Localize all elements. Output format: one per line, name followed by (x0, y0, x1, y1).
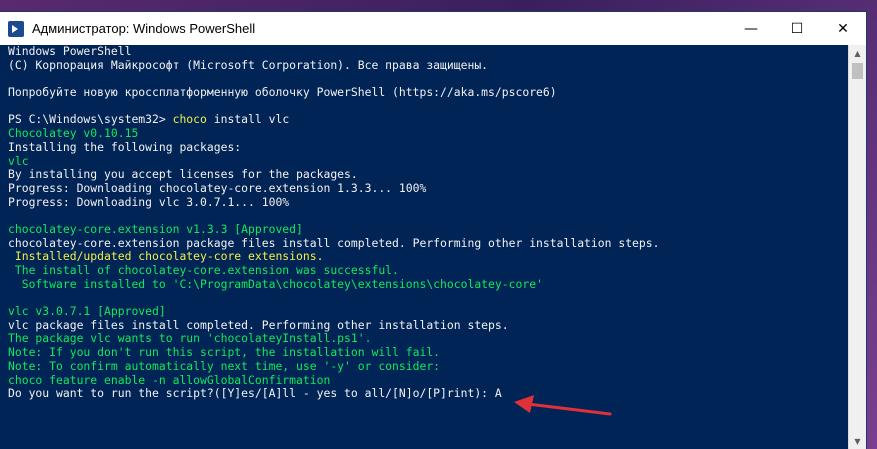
console-text: Chocolatey v0.10.15 (8, 126, 139, 141)
close-button[interactable]: ✕ (820, 12, 866, 45)
vertical-scrollbar[interactable]: ▲ ▼ (848, 45, 866, 449)
console-line: Попробуйте новую кроссплатформенную обол… (8, 85, 840, 100)
window-title: Администратор: Windows PowerShell (32, 21, 256, 36)
console-text: Попробуйте новую кроссплатформенную обол… (8, 85, 557, 100)
console-text: The install of chocolatey-core.extension… (8, 263, 399, 277)
console-line: Installed/updated chocolatey-core extens… (8, 249, 840, 264)
console-line: chocolatey-core.extension package files … (8, 235, 840, 251)
command-name: choco (172, 112, 207, 127)
console-line: The package vlc wants to run 'chocolatey… (8, 332, 840, 346)
console-text: Do you want to run the script?([Y]es/[A]… (8, 386, 502, 401)
console-line: Do you want to run the script?([Y]es/[A]… (8, 386, 840, 401)
console-text: Progress: Downloading chocolatey-core.ex… (8, 180, 427, 195)
console-line: Note: If you don't run this script, the … (8, 345, 840, 360)
console-line: Note: To confirm automatically next time… (8, 358, 840, 374)
console-line: vlc package files install completed. Per… (8, 317, 840, 333)
console-line: PS C:\Windows\system32> choco install vl… (8, 113, 840, 127)
console-line: vlc (8, 153, 840, 169)
title-bar[interactable]: Администратор: Windows PowerShell — ☐ ✕ (0, 12, 866, 45)
powershell-window: Администратор: Windows PowerShell — ☐ ✕ … (0, 12, 866, 449)
console-text: choco feature enable -n allowGlobalConfi… (8, 372, 331, 387)
console-output[interactable]: Windows PowerShell (C) Корпорация Майкрос… (8, 45, 840, 449)
console-line: Chocolatey v0.10.15 (8, 126, 840, 141)
console-text: Note: To confirm automatically next time… (8, 358, 441, 373)
console-line: The install of chocolatey-core.extension… (8, 263, 840, 278)
console-line: Installing the following packages: (8, 139, 840, 155)
window-controls: — ☐ ✕ (728, 12, 866, 45)
console-text: Software installed to 'C:\ProgramData\ch… (8, 276, 543, 291)
console-text: Installing the following packages: (8, 139, 242, 154)
scroll-up-arrow-icon[interactable]: ▲ (849, 45, 866, 61)
console-text: vlc package files install completed. Per… (8, 317, 509, 332)
console-line: Software installed to 'C:\ProgramData\ch… (8, 276, 840, 292)
command-args: install vlc (206, 112, 290, 127)
console-text: chocolatey-core.extension v1.3.3 [Approv… (8, 221, 303, 236)
console-text: vlc v3.0.7.1 [Approved] (8, 304, 166, 319)
console-line: vlc v3.0.7.1 [Approved] (8, 304, 840, 319)
console-line: Progress: Downloading vlc 3.0.7.1... 100… (8, 194, 840, 210)
powershell-icon (8, 20, 24, 37)
console-line: By installing you accept licenses for th… (8, 167, 840, 182)
console-line: (C) Корпорация Майкрософт (Microsoft Cor… (8, 57, 840, 73)
console-line: choco feature enable -n allowGlobalConfi… (8, 372, 840, 388)
maximize-button[interactable]: ☐ (774, 12, 820, 45)
console-text: By installing you accept licenses for th… (8, 167, 358, 182)
console-line: chocolatey-core.extension v1.3.3 [Approv… (8, 221, 840, 237)
console-text: Windows PowerShell (8, 45, 132, 58)
console-text: Installed/updated chocolatey-core extens… (8, 249, 324, 264)
console-text: The package vlc wants to run 'chocolatey… (8, 331, 372, 346)
console-text: Note: If you don't run this script, the … (8, 345, 441, 360)
console-line: Progress: Downloading chocolatey-core.ex… (8, 180, 840, 196)
scroll-down-arrow-icon[interactable]: ▼ (849, 433, 866, 449)
minimize-button[interactable]: — (728, 12, 774, 45)
console-text: vlc (8, 153, 29, 168)
console-line: Windows PowerShell (8, 45, 840, 59)
scroll-thumb[interactable] (852, 63, 863, 79)
console-text: chocolatey-core.extension package files … (8, 235, 660, 250)
prompt-text: PS C:\Windows\system32> (8, 112, 173, 127)
console-text: (C) Корпорация Майкрософт (Microsoft Cor… (8, 57, 489, 72)
console-text: Progress: Downloading vlc 3.0.7.1... 100… (8, 194, 290, 209)
